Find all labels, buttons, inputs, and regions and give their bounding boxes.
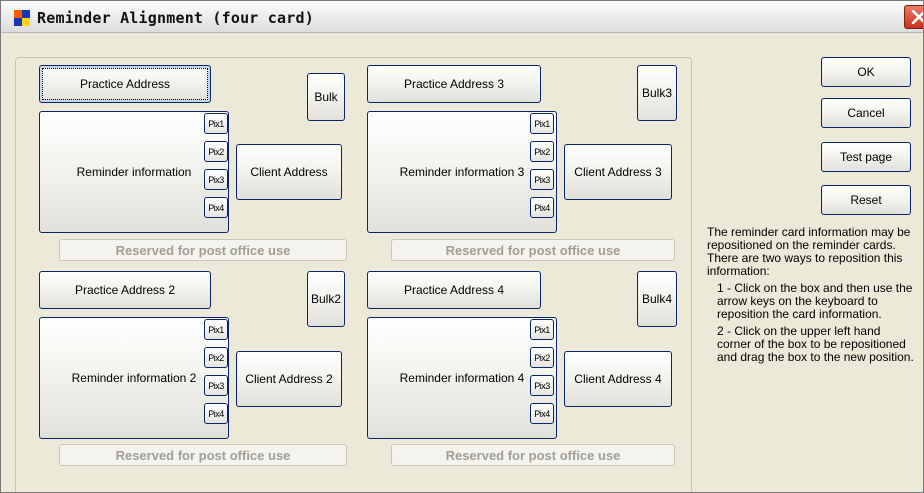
client-address-2-box[interactable]: Client Address 2 xyxy=(236,351,342,407)
client-address-4-box[interactable]: Client Address 4 xyxy=(564,351,672,407)
window-title: Reminder Alignment (four card) xyxy=(37,9,314,27)
dialog-body: Practice Address Bulk Reminder informati… xyxy=(1,33,923,492)
pix3-button[interactable]: Pix3 xyxy=(530,375,554,396)
reminder-alignment-dialog: Reminder Alignment (four card) Practice … xyxy=(0,0,924,493)
pix1-button[interactable]: Pix1 xyxy=(204,319,228,340)
help-intro: The reminder card information may be rep… xyxy=(707,225,911,278)
reminder-info-4-box[interactable]: Reminder information 4 xyxy=(367,317,557,439)
reminder-info-box[interactable]: Reminder information xyxy=(39,111,229,233)
pix1-button[interactable]: Pix1 xyxy=(530,113,554,134)
reserved-area-4: Reserved for post office use xyxy=(391,444,675,466)
bulk3-button[interactable]: Bulk3 xyxy=(637,65,677,121)
bulk2-button[interactable]: Bulk2 xyxy=(307,271,345,327)
client-address-3-box[interactable]: Client Address 3 xyxy=(564,144,672,200)
pix3-button[interactable]: Pix3 xyxy=(530,169,554,190)
pix4-button[interactable]: Pix4 xyxy=(204,403,228,424)
help-step-1: 1 - Click on the box and then use the ar… xyxy=(717,281,913,321)
pix4-button[interactable]: Pix4 xyxy=(530,197,554,218)
bulk-button[interactable]: Bulk xyxy=(307,73,345,121)
reminder-info-2-box[interactable]: Reminder information 2 xyxy=(39,317,229,439)
pix2-button[interactable]: Pix2 xyxy=(530,141,554,162)
pix4-button[interactable]: Pix4 xyxy=(204,197,228,218)
pix2-button[interactable]: Pix2 xyxy=(204,347,228,368)
reset-button[interactable]: Reset xyxy=(821,185,911,215)
ok-button[interactable]: OK xyxy=(821,57,911,87)
pix3-button[interactable]: Pix3 xyxy=(204,169,228,190)
pix2-button[interactable]: Pix2 xyxy=(530,347,554,368)
pix3-button[interactable]: Pix3 xyxy=(204,375,228,396)
reserved-area: Reserved for post office use xyxy=(59,239,347,261)
pix4-button[interactable]: Pix4 xyxy=(530,403,554,424)
reserved-area-2: Reserved for post office use xyxy=(59,444,347,466)
pix1-button[interactable]: Pix1 xyxy=(530,319,554,340)
close-button[interactable] xyxy=(904,5,923,29)
pix2-button[interactable]: Pix2 xyxy=(204,141,228,162)
test-page-button[interactable]: Test page xyxy=(821,142,911,172)
app-icon xyxy=(14,10,30,26)
reserved-area-3: Reserved for post office use xyxy=(391,239,675,261)
practice-address-2-button[interactable]: Practice Address 2 xyxy=(39,271,211,309)
practice-address-4-button[interactable]: Practice Address 4 xyxy=(367,271,541,309)
practice-address-button[interactable]: Practice Address xyxy=(39,65,211,103)
pix1-button[interactable]: Pix1 xyxy=(204,113,228,134)
help-step-2: 2 - Click on the upper left hand corner … xyxy=(717,324,914,364)
client-address-box[interactable]: Client Address xyxy=(236,144,342,200)
reminder-info-3-box[interactable]: Reminder information 3 xyxy=(367,111,557,233)
close-icon xyxy=(911,10,923,24)
bulk4-button[interactable]: Bulk4 xyxy=(637,271,677,327)
help-text: The reminder card information may be rep… xyxy=(707,226,917,368)
title-bar[interactable]: Reminder Alignment (four card) xyxy=(1,1,923,33)
cancel-button[interactable]: Cancel xyxy=(821,98,911,128)
practice-address-3-button[interactable]: Practice Address 3 xyxy=(367,65,541,103)
